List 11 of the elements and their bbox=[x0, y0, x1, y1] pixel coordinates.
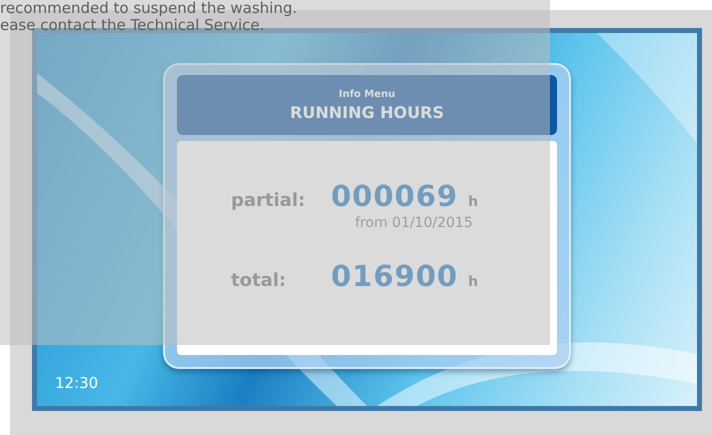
hours-unit: h bbox=[468, 194, 478, 210]
hours-value: 000069 bbox=[331, 179, 458, 213]
hours-value: 016900 bbox=[331, 259, 458, 293]
dialog-subtitle: Info Menu bbox=[338, 88, 396, 100]
start-date-text: from 01/10/2015 bbox=[355, 215, 473, 231]
hours-label: partial: bbox=[231, 190, 306, 211]
dialog-title: RUNNING HOURS bbox=[290, 102, 444, 122]
hours-unit: h bbox=[468, 274, 478, 290]
clock-text: 12:30 bbox=[55, 374, 98, 392]
hours-label: total: bbox=[231, 270, 288, 291]
notice-text: recommended to suspend the washing. bbox=[0, 0, 298, 17]
